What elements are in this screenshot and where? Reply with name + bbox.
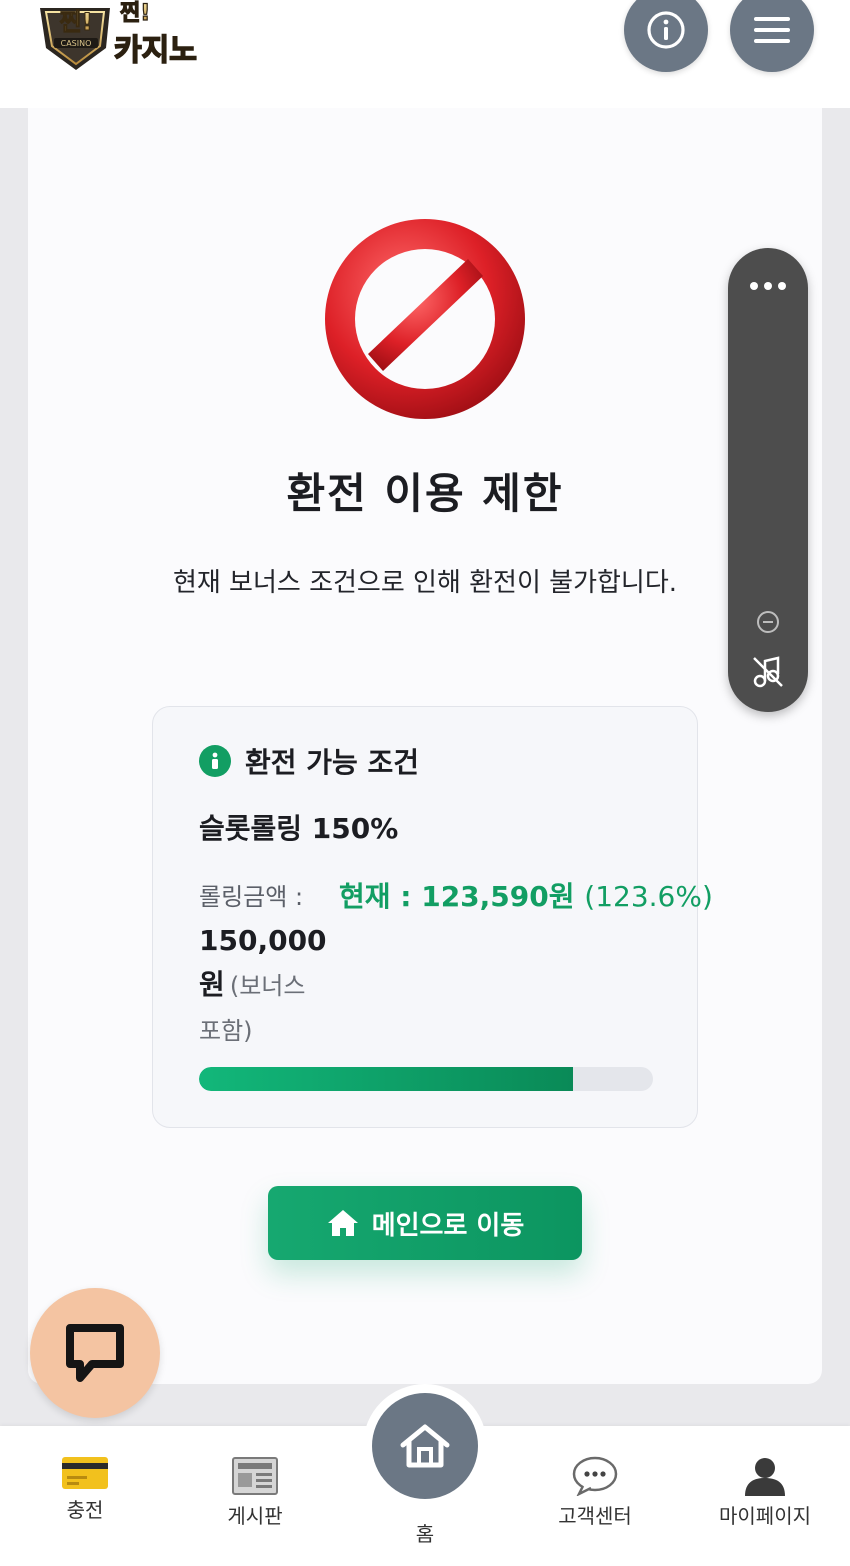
chat-bubble-icon — [66, 1324, 124, 1382]
svg-text:찐!: 찐! — [120, 1, 150, 26]
go-main-button[interactable]: 메인으로 이동 — [268, 1186, 582, 1260]
mute-music-icon[interactable] — [750, 654, 786, 690]
page-title: 환전 이용 제한 — [286, 469, 564, 518]
minimize-icon[interactable] — [755, 609, 781, 635]
condition-header: 환전 가능 조건 — [199, 741, 419, 781]
menu-button[interactable] — [730, 0, 814, 72]
nav-support-label: 고객센터 — [558, 1504, 632, 1528]
svg-text:CASINO: CASINO — [61, 39, 92, 48]
home-outline-icon — [400, 1424, 450, 1468]
live-chat-button[interactable] — [30, 1288, 160, 1418]
nav-mypage-label: 마이페이지 — [719, 1504, 811, 1528]
logo-image: 찐! CASINO 찐! 카지노 — [40, 0, 198, 70]
nav-board-label: 게시판 — [227, 1504, 283, 1528]
nav-mypage[interactable]: 마이페이지 — [700, 1456, 830, 1529]
current-percent: (123.6%) — [584, 880, 713, 913]
nav-home-label: 홈 — [415, 1522, 435, 1546]
nav-charge-label: 충전 — [66, 1498, 104, 1522]
nav-support[interactable]: 고객센터 — [530, 1456, 660, 1529]
condition-heading: 환전 가능 조건 — [245, 746, 420, 779]
svg-text:찐!: 찐! — [59, 8, 92, 36]
hamburger-menu-icon — [754, 17, 790, 43]
svg-text:카지노: 카지노 — [114, 33, 197, 68]
go-main-label: 메인으로 이동 — [371, 1210, 525, 1241]
rolling-current: 현재 : 123,590원 (123.6%) — [339, 875, 713, 919]
floating-control-panel[interactable] — [728, 248, 808, 712]
info-button[interactable] — [624, 0, 708, 72]
user-silhouette-icon — [745, 1458, 785, 1496]
home-icon — [327, 1210, 358, 1236]
rolling-amount: 150,000 — [199, 924, 327, 957]
rolling-target: 롤링금액 : 150,000 원 (보너스 포함) — [199, 875, 334, 1051]
nav-board[interactable]: 게시판 — [190, 1456, 320, 1529]
app-header: 찐! CASINO 찐! 카지노 — [0, 0, 850, 108]
progress-fill — [199, 1067, 574, 1091]
rolling-progress-bar — [199, 1067, 653, 1091]
current-amount: 현재 : 123,590원 — [339, 880, 575, 913]
prohibited-icon — [318, 214, 532, 424]
rolling-unit: 원 — [199, 968, 225, 1001]
credit-card-icon — [62, 1457, 108, 1489]
newspaper-icon — [232, 1457, 278, 1495]
withdraw-condition-box: 환전 가능 조건 슬롯롤링 150% 롤링금액 : 150,000 원 (보너스… — [152, 706, 713, 1128]
bonus-note: (보너스 — [229, 972, 306, 1000]
speech-bubble-icon — [572, 1456, 618, 1496]
restriction-description: 현재 보너스 조건으로 인해 환전이 불가합니다. — [172, 568, 678, 598]
home-button-circle — [372, 1393, 478, 1499]
bonus-note-2: 포함) — [199, 1017, 253, 1045]
info-icon — [647, 11, 685, 49]
rolling-label: 롤링금액 : — [199, 883, 304, 911]
nav-home-button[interactable] — [363, 1384, 487, 1508]
nav-charge[interactable]: 충전 — [20, 1456, 150, 1523]
condition-rule: 슬롯롤링 150% — [199, 812, 399, 845]
more-dots-icon[interactable] — [748, 280, 788, 292]
info-circle-icon — [199, 745, 231, 777]
casino-logo[interactable]: 찐! CASINO 찐! 카지노 — [36, 0, 216, 72]
